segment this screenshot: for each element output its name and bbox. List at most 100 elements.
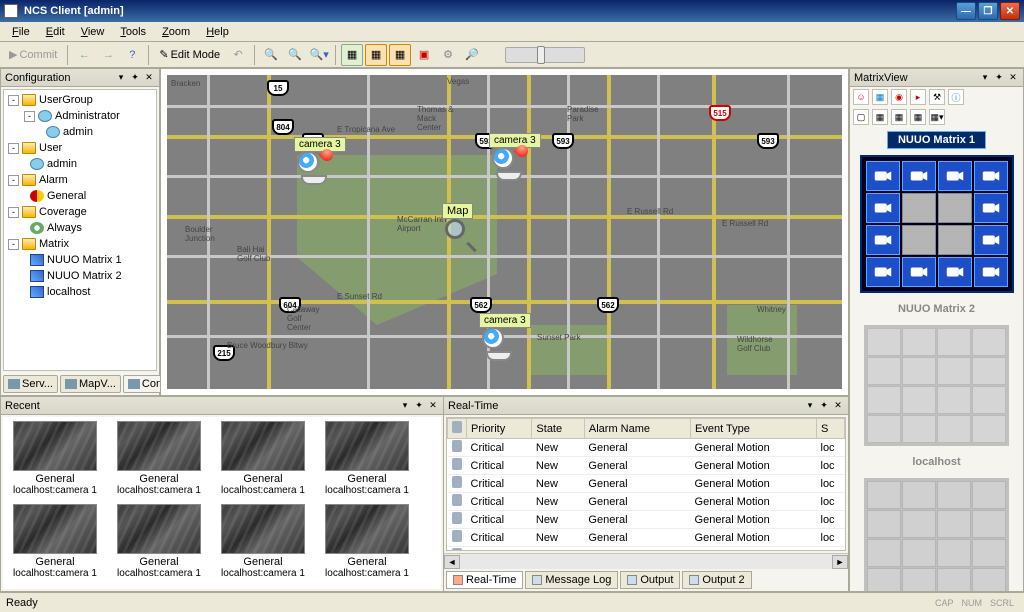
menu-file[interactable]: File — [4, 24, 38, 40]
mv-cam-cell[interactable] — [974, 257, 1008, 287]
mv-l16-icon[interactable]: ▦ — [910, 109, 926, 125]
recent-thumb[interactable]: Generallocalhost:camera 1 — [215, 504, 311, 579]
col-priority[interactable]: Priority — [467, 419, 532, 439]
mv-flag-icon[interactable]: ▸ — [910, 89, 926, 105]
rt-row[interactable]: CriticalNewGeneralGeneral Motionloc — [448, 457, 845, 475]
col-state[interactable]: State — [532, 419, 584, 439]
rt-row[interactable]: CriticalNewGeneralGeneral Motionloc — [448, 475, 845, 493]
forward-icon[interactable]: → — [97, 44, 119, 66]
mv-cam-cell[interactable] — [866, 193, 900, 223]
rt-row[interactable]: CriticalNewGeneralGeneral Motionloc — [448, 493, 845, 511]
panel-close-icon[interactable]: ✕ — [143, 72, 155, 84]
mv-pin-icon[interactable]: ✦ — [993, 72, 1005, 84]
col-s[interactable]: S — [817, 419, 845, 439]
mv-grid-icon[interactable]: ▦ — [872, 89, 888, 105]
mv-cam-cell[interactable] — [866, 225, 900, 255]
recent-thumb[interactable]: Generallocalhost:camera 1 — [319, 421, 415, 496]
layer3-icon[interactable]: ▦ — [389, 44, 411, 66]
tree-alarm[interactable]: -Alarm — [6, 172, 154, 188]
mv-cam-cell[interactable] — [938, 257, 972, 287]
tree-coverage[interactable]: -Coverage — [6, 204, 154, 220]
mv-cam-cell[interactable] — [974, 161, 1008, 191]
help-icon[interactable]: ? — [121, 44, 143, 66]
mv-empty-cell[interactable] — [902, 225, 936, 255]
rt-drop[interactable]: ▾ — [804, 400, 816, 412]
tab-output[interactable]: Output — [620, 571, 680, 589]
tree-alarm-general[interactable]: General — [6, 188, 154, 204]
rt-row[interactable]: CriticalNewGeneralGeneral Motionloc — [448, 547, 845, 552]
camera3-label-b[interactable]: camera 3 — [489, 133, 541, 148]
editmode-button[interactable]: ✎Edit Mode — [154, 44, 225, 66]
close-button[interactable]: ✕ — [1000, 2, 1020, 20]
rt-pin[interactable]: ✦ — [818, 400, 830, 412]
minimize-button[interactable]: — — [956, 2, 976, 20]
mv-localhost-grid[interactable] — [864, 478, 1009, 591]
mv-l4-icon[interactable]: ▦ — [872, 109, 888, 125]
rt-row[interactable]: CriticalNewGeneralGeneral Motionloc — [448, 529, 845, 547]
tree-user-admin[interactable]: admin — [6, 156, 154, 172]
mv-m1-grid[interactable] — [860, 155, 1014, 293]
recent-close[interactable]: ✕ — [427, 400, 439, 412]
menu-tools[interactable]: Tools — [112, 24, 154, 40]
camera3-label-a[interactable]: camera 3 — [294, 137, 346, 152]
back-icon[interactable]: ← — [73, 44, 95, 66]
tree-matrix2[interactable]: NUUO Matrix 2 — [6, 268, 154, 284]
recent-drop[interactable]: ▾ — [399, 400, 411, 412]
mv-info-icon[interactable]: ⓘ — [948, 89, 964, 105]
mv-cam-cell[interactable] — [866, 257, 900, 287]
col-event[interactable]: Event Type — [691, 419, 817, 439]
menu-view[interactable]: View — [73, 24, 113, 40]
mv-l9-icon[interactable]: ▦ — [891, 109, 907, 125]
tree-administrator[interactable]: -Administrator — [6, 108, 154, 124]
mv-empty-cell[interactable] — [902, 193, 936, 223]
layer1-icon[interactable]: ▦ — [341, 44, 363, 66]
mv-m2-grid[interactable] — [864, 325, 1009, 446]
zoom-dropdown[interactable]: 🔍▾ — [308, 44, 330, 66]
recent-thumb[interactable]: Generallocalhost:camera 1 — [319, 504, 415, 579]
zoom-tool2-icon[interactable]: 🔍 — [284, 44, 306, 66]
rt-hscroll[interactable]: ◄► — [444, 553, 848, 569]
map-label[interactable]: Map — [442, 203, 473, 219]
mv-layout-dd[interactable]: ▦▾ — [929, 109, 945, 125]
zoom-tool-icon[interactable]: 🔍 — [260, 44, 282, 66]
magnifier-icon[interactable] — [445, 219, 475, 249]
recent-thumb[interactable]: Generallocalhost:camera 1 — [215, 421, 311, 496]
map-canvas[interactable]: 15 804 593 593 593 593 604 562 562 215 5… — [167, 75, 842, 389]
mv-cam-cell[interactable] — [902, 161, 936, 191]
pin-icon[interactable]: ▾ — [115, 72, 127, 84]
tab-output2[interactable]: Output 2 — [682, 571, 751, 589]
camera-icon-a[interactable] — [297, 151, 331, 185]
search-icon[interactable]: 🔎 — [461, 44, 483, 66]
commit-button[interactable]: ▶Commit — [4, 44, 62, 66]
tab-realtime[interactable]: Real-Time — [446, 571, 523, 589]
rt-row[interactable]: CriticalNewGeneralGeneral Motionloc — [448, 439, 845, 457]
recent-thumb[interactable]: Generallocalhost:camera 1 — [111, 421, 207, 496]
col-alarm[interactable]: Alarm Name — [584, 419, 690, 439]
mv-cam-cell[interactable] — [866, 161, 900, 191]
realtime-grid[interactable]: Priority State Alarm Name Event Type S C… — [446, 417, 846, 551]
tree-admin[interactable]: admin — [6, 124, 154, 140]
config-icon[interactable]: ⚙ — [437, 44, 459, 66]
mv-cam-cell[interactable] — [902, 257, 936, 287]
mv-close-icon[interactable]: ✕ — [1007, 72, 1019, 84]
tree-always[interactable]: Always — [6, 220, 154, 236]
recent-thumb[interactable]: Generallocalhost:camera 1 — [111, 504, 207, 579]
camera-icon-b[interactable] — [492, 147, 526, 181]
layer2-icon[interactable]: ▦ — [365, 44, 387, 66]
menu-edit[interactable]: Edit — [38, 24, 73, 40]
tree-localhost[interactable]: localhost — [6, 284, 154, 300]
mv-empty-cell[interactable] — [938, 225, 972, 255]
tab-mapv[interactable]: MapV... — [60, 375, 121, 393]
config-tree[interactable]: -UserGroup -Administrator admin -User ad… — [3, 89, 157, 371]
camera3-label-c[interactable]: camera 3 — [479, 313, 531, 328]
mv-l1-icon[interactable]: ▢ — [853, 109, 869, 125]
autohide-icon[interactable]: ✦ — [129, 72, 141, 84]
restore-button[interactable]: ❐ — [978, 2, 998, 20]
zoom-slider[interactable] — [505, 47, 585, 63]
camera-icon-c[interactable] — [482, 327, 516, 361]
recent-thumb[interactable]: Generallocalhost:camera 1 — [7, 421, 103, 496]
menu-help[interactable]: Help — [198, 24, 237, 40]
tree-matrix[interactable]: -Matrix — [6, 236, 154, 252]
tree-user[interactable]: -User — [6, 140, 154, 156]
mv-cam-cell[interactable] — [974, 193, 1008, 223]
